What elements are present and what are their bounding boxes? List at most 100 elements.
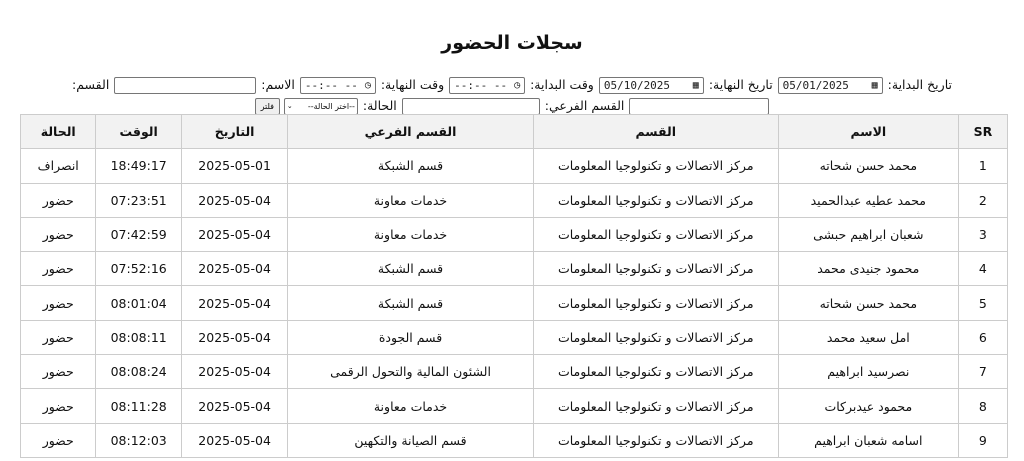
- end-time-label: وقت النهاية:: [380, 77, 445, 92]
- filter-form: تاريخ البداية: 05/01/2025 ▦ تاريخ النهاية…: [0, 74, 1024, 116]
- table-row: 2 محمد عطيه عبدالحميد مركز الاتصالات و تكن…: [19, 182, 1009, 218]
- row-department: مركز الاتصالات و تكنولوجيا المعلومات: [532, 285, 779, 321]
- page-title: سجلات الحضور: [441, 32, 583, 54]
- row-status: حضور: [19, 422, 97, 458]
- start-date-label: تاريخ البداية:: [887, 77, 952, 92]
- row-sr: 1: [957, 148, 1009, 184]
- status-label: الحالة:: [362, 98, 397, 113]
- end-time-input[interactable]: --:-- -- ◷: [299, 75, 376, 96]
- row-sr: 4: [957, 251, 1009, 287]
- row-name: اسامه شعبان ابراهيم: [777, 422, 959, 458]
- filter-button[interactable]: فلتر: [254, 98, 280, 115]
- row-department: مركز الاتصالات و تكنولوجيا المعلومات: [532, 182, 779, 218]
- row-department: مركز الاتصالات و تكنولوجيا المعلومات: [532, 216, 779, 253]
- row-sr: 3: [957, 216, 1009, 253]
- row-time: 08:12:03: [95, 422, 182, 458]
- row-subdepartment: قسم الصيانة والتكهين: [287, 422, 534, 458]
- attendance-table: SR الاسم القسم القسم الفرعي التاريخ الوق…: [19, 113, 1009, 458]
- row-status: حضور: [19, 251, 97, 287]
- row-time: 08:08:24: [95, 354, 182, 390]
- row-status: حضور: [19, 354, 97, 390]
- header-date: التاريخ: [180, 113, 289, 150]
- row-subdepartment: قسم الشبكة: [287, 148, 534, 184]
- row-name: نصرسيد ابراهيم: [777, 354, 959, 390]
- calendar-icon[interactable]: ▦: [693, 75, 699, 96]
- table-row: 7 نصرسيد ابراهيم مركز الاتصالات و تكنولوجي…: [19, 354, 1009, 390]
- subdepartment-label: القسم الفرعي:: [544, 98, 625, 113]
- row-sr: 6: [957, 319, 1009, 356]
- header-status: الحالة: [19, 113, 97, 150]
- start-date-input[interactable]: 05/01/2025 ▦: [777, 75, 883, 96]
- table-row: 8 محمود عيدبركات مركز الاتصالات و تكنولوجي…: [19, 388, 1009, 424]
- end-date-label: تاريخ النهاية:: [708, 77, 773, 92]
- department-input[interactable]: [629, 98, 770, 115]
- table-header-row: SR الاسم القسم القسم الفرعي التاريخ الوق…: [19, 113, 1009, 150]
- row-name: محمد حسن شحاته: [777, 148, 959, 184]
- table-body: 1 محمد حسن شحاته مركز الاتصالات و تكنولوجي…: [19, 148, 1009, 458]
- row-department: مركز الاتصالات و تكنولوجيا المعلومات: [532, 354, 779, 390]
- name-label: الاسم:: [261, 77, 295, 92]
- row-sr: 5: [957, 285, 1009, 321]
- header-subdepartment: القسم الفرعي: [287, 113, 534, 150]
- row-time: 07:42:59: [95, 216, 182, 253]
- row-department: مركز الاتصالات و تكنولوجيا المعلومات: [532, 319, 779, 356]
- status-select[interactable]: --اختر الحالة-- ⌄: [283, 98, 358, 115]
- subdepartment-input[interactable]: [401, 98, 540, 115]
- row-subdepartment: الشئون المالية والتحول الرقمى: [287, 354, 534, 390]
- row-name: محمود عيدبركات: [777, 388, 959, 424]
- row-subdepartment: قسم الشبكة: [287, 285, 534, 321]
- table-row: 4 محمود جنيدى محمد مركز الاتصالات و تكنولو…: [19, 251, 1009, 287]
- row-date: 2025-05-04: [180, 422, 289, 458]
- row-date: 2025-05-04: [180, 251, 289, 287]
- start-time-value: --:-- --: [454, 79, 508, 92]
- table-row: 3 شعبان ابراهيم حبشى مركز الاتصالات و تكنو…: [19, 216, 1009, 253]
- header-time: الوقت: [95, 113, 182, 150]
- row-subdepartment: خدمات معاونة: [287, 388, 534, 424]
- row-date: 2025-05-01: [180, 148, 289, 184]
- row-date: 2025-05-04: [180, 216, 289, 253]
- row-sr: 2: [957, 182, 1009, 218]
- row-date: 2025-05-04: [180, 388, 289, 424]
- row-date: 2025-05-04: [180, 319, 289, 356]
- row-status: حضور: [19, 216, 97, 253]
- start-time-input[interactable]: --:-- -- ◷: [449, 75, 526, 96]
- clock-icon[interactable]: ◷: [365, 75, 371, 96]
- row-department: مركز الاتصالات و تكنولوجيا المعلومات: [532, 422, 779, 458]
- header-sr: SR: [957, 113, 1009, 150]
- row-department: مركز الاتصالات و تكنولوجيا المعلومات: [532, 251, 779, 287]
- start-date-value: 05/01/2025: [782, 79, 849, 92]
- row-department: مركز الاتصالات و تكنولوجيا المعلومات: [532, 388, 779, 424]
- row-sr: 8: [957, 388, 1009, 424]
- row-name: محمد حسن شحاته: [777, 285, 959, 321]
- department-label: القسم:: [72, 77, 110, 92]
- row-name: محمد عطيه عبدالحميد: [777, 182, 959, 218]
- row-name: امل سعيد محمد: [777, 319, 959, 356]
- attendance-page: سجلات الحضور تاريخ البداية: 05/01/2025 ▦ …: [0, 0, 1024, 461]
- filter-row-1: تاريخ البداية: 05/01/2025 ▦ تاريخ النهاية…: [0, 74, 1024, 95]
- header-department: القسم: [532, 113, 779, 150]
- row-status: حضور: [19, 319, 97, 356]
- row-sr: 7: [957, 354, 1009, 390]
- end-time-value: --:-- --: [304, 79, 358, 92]
- row-status: حضور: [19, 182, 97, 218]
- row-time: 08:11:28: [95, 388, 182, 424]
- row-name: شعبان ابراهيم حبشى: [777, 216, 959, 253]
- row-date: 2025-05-04: [180, 285, 289, 321]
- row-status: حضور: [19, 285, 97, 321]
- row-subdepartment: قسم الشبكة: [287, 251, 534, 287]
- calendar-icon[interactable]: ▦: [872, 75, 878, 96]
- header-name: الاسم: [777, 113, 959, 150]
- table-row: 5 محمد حسن شحاته مركز الاتصالات و تكنولوجي…: [19, 285, 1009, 321]
- end-date-input[interactable]: 05/10/2025 ▦: [598, 75, 704, 96]
- start-time-label: وقت البداية:: [530, 77, 594, 92]
- row-subdepartment: خدمات معاونة: [287, 182, 534, 218]
- row-date: 2025-05-04: [180, 354, 289, 390]
- row-name: محمود جنيدى محمد: [777, 251, 959, 287]
- end-date-value: 05/10/2025: [603, 79, 671, 92]
- table-row: 1 محمد حسن شحاته مركز الاتصالات و تكنولوجي…: [19, 148, 1009, 184]
- name-input[interactable]: [114, 77, 257, 94]
- row-time: 18:49:17: [95, 148, 182, 184]
- row-time: 08:01:04: [95, 285, 182, 321]
- row-status: حضور: [19, 388, 97, 424]
- clock-icon[interactable]: ◷: [514, 75, 520, 96]
